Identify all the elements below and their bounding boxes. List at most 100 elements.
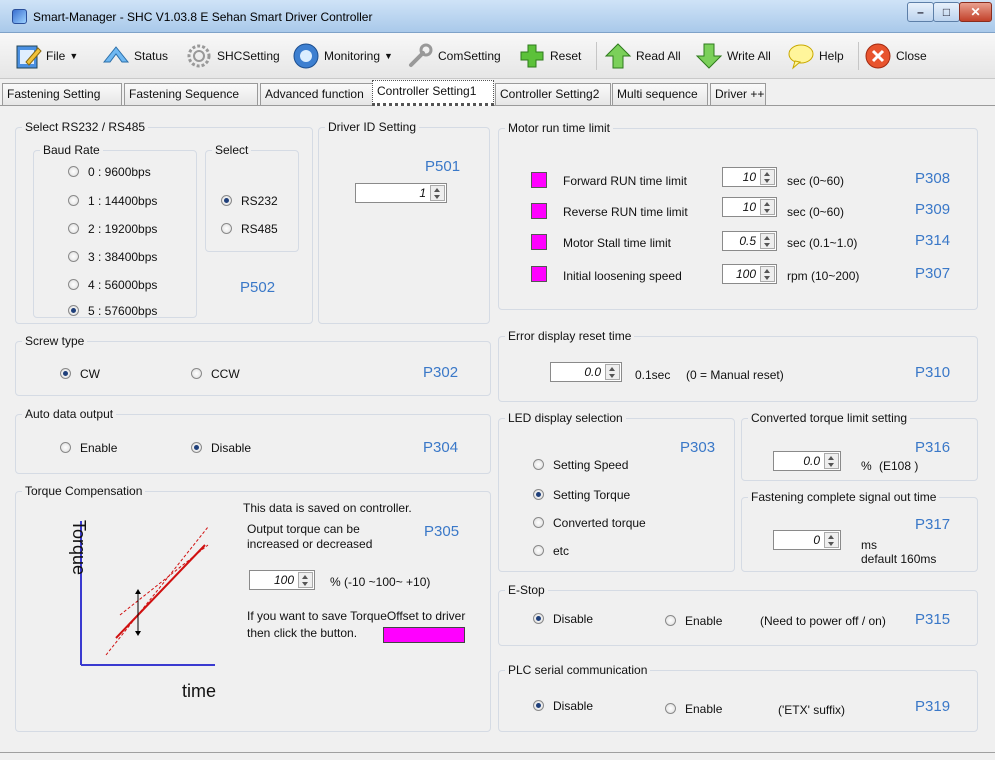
- spinner-arrows-icon[interactable]: [430, 185, 445, 201]
- torque-saved-note: This data is saved on controller.: [243, 501, 412, 515]
- select-port-title: Select: [212, 143, 252, 157]
- help-button[interactable]: Help: [787, 41, 844, 71]
- tab-controller-setting2[interactable]: Controller Setting2: [495, 83, 611, 105]
- fastening-signal-spinner[interactable]: 0: [773, 530, 841, 550]
- dropdown-arrow-icon: ▼: [69, 51, 79, 61]
- shc-setting-label: SHCSetting: [217, 49, 280, 63]
- maximize-button[interactable]: □: [933, 2, 960, 22]
- spinner-arrows-icon[interactable]: [824, 532, 839, 548]
- rs485-radio[interactable]: [221, 223, 232, 234]
- spinner-arrows-icon[interactable]: [298, 572, 313, 588]
- spinner-arrows-icon[interactable]: [824, 453, 839, 469]
- motor-stall-spinner[interactable]: 0.5: [722, 231, 777, 251]
- baud-label-1: 1 : 14400bps: [88, 194, 158, 208]
- baud-radio-4[interactable]: [68, 279, 79, 290]
- save-torque-offset-button[interactable]: [383, 627, 465, 643]
- converted-torque-spinner[interactable]: 0.0: [773, 451, 841, 471]
- plc-serial-title: PLC serial communication: [505, 663, 651, 677]
- loosening-speed-color-swatch[interactable]: [531, 266, 547, 282]
- forward-run-color-swatch[interactable]: [531, 172, 547, 188]
- plc-enable-radio[interactable]: [665, 703, 676, 714]
- reset-label: Reset: [550, 49, 582, 63]
- estop-enable-label: Enable: [685, 614, 723, 628]
- reverse-run-color-swatch[interactable]: [531, 203, 547, 219]
- com-setting-button[interactable]: ComSetting: [406, 41, 501, 71]
- fastening-signal-title: Fastening complete signal out time: [748, 490, 940, 504]
- baud-radio-5[interactable]: [68, 305, 79, 316]
- param-code-p302: P302: [423, 364, 459, 381]
- param-code-p501: P501: [425, 158, 461, 175]
- torque-offset-spinner[interactable]: 100: [249, 570, 315, 590]
- spinner-arrows-icon[interactable]: [760, 266, 775, 282]
- baud-label-3: 3 : 38400bps: [88, 250, 158, 264]
- error-reset-note: (0 = Manual reset): [686, 368, 784, 382]
- spinner-arrows-icon[interactable]: [760, 199, 775, 215]
- read-all-label: Read All: [636, 49, 681, 63]
- auto-enable-radio[interactable]: [60, 442, 71, 453]
- file-menu-button[interactable]: File ▼: [14, 41, 78, 71]
- driver-id-spinner[interactable]: 1: [355, 183, 447, 203]
- gear-icon: [185, 42, 213, 70]
- baud-radio-3[interactable]: [68, 251, 79, 262]
- forward-run-spinner[interactable]: 10: [722, 167, 777, 187]
- spinner-arrows-icon[interactable]: [760, 233, 775, 249]
- fastening-signal-unit: ms: [861, 538, 877, 552]
- converted-torque-title: Converted torque limit setting: [748, 411, 911, 425]
- param-code-p315: P315: [915, 611, 951, 628]
- led-etc-radio[interactable]: [533, 545, 544, 556]
- tab-multi-sequence[interactable]: Multi sequence: [612, 83, 708, 105]
- loosening-speed-unit: rpm (10~200): [787, 269, 860, 283]
- shc-setting-button[interactable]: SHCSetting: [185, 41, 280, 71]
- tab-fastening-setting[interactable]: Fastening Setting: [2, 83, 122, 105]
- baud-radio-2[interactable]: [68, 223, 79, 234]
- driver-id-group: Driver ID Setting: [318, 120, 490, 324]
- estop-disable-radio[interactable]: [533, 613, 544, 624]
- minimize-button[interactable]: –: [907, 2, 934, 22]
- ccw-radio[interactable]: [191, 368, 202, 379]
- reset-button[interactable]: Reset: [518, 41, 581, 71]
- baud-radio-1[interactable]: [68, 195, 79, 206]
- param-code-p307: P307: [915, 265, 951, 282]
- read-all-button[interactable]: Read All: [604, 41, 681, 71]
- torque-desc-line1: Output torque can be: [247, 522, 360, 536]
- auto-disable-radio[interactable]: [191, 442, 202, 453]
- estop-enable-radio[interactable]: [665, 615, 676, 626]
- tab-controller-setting1[interactable]: Controller Setting1: [372, 80, 494, 106]
- error-reset-spinner[interactable]: 0.0: [550, 362, 622, 382]
- spinner-arrows-icon[interactable]: [605, 364, 620, 380]
- plc-note: ('ETX' suffix): [778, 703, 846, 717]
- monitoring-button[interactable]: Monitoring ▼: [292, 41, 393, 71]
- led-converted-torque-label: Converted torque: [553, 516, 646, 530]
- close-button[interactable]: Close: [864, 41, 927, 71]
- green-arrow-down-icon: [695, 42, 723, 70]
- loosening-speed-spinner[interactable]: 100: [722, 264, 777, 284]
- param-code-p310: P310: [915, 364, 951, 381]
- status-button[interactable]: Status: [102, 41, 168, 71]
- window-close-button[interactable]: ✕: [959, 2, 992, 22]
- tab-advanced-function[interactable]: Advanced function: [260, 83, 374, 105]
- plc-enable-label: Enable: [685, 702, 723, 716]
- led-setting-speed-radio[interactable]: [533, 459, 544, 470]
- close-icon: [864, 42, 892, 70]
- driver-id-value: 1: [419, 186, 426, 200]
- cw-label: CW: [80, 367, 100, 381]
- write-all-button[interactable]: Write All: [695, 41, 771, 71]
- led-converted-torque-radio[interactable]: [533, 517, 544, 528]
- param-code-p319: P319: [915, 698, 951, 715]
- tab-driver-plus[interactable]: Driver ++: [710, 83, 766, 105]
- estop-title: E-Stop: [505, 583, 548, 597]
- plc-disable-radio[interactable]: [533, 700, 544, 711]
- auto-enable-label: Enable: [80, 441, 118, 455]
- reverse-run-spinner[interactable]: 10: [722, 197, 777, 217]
- rs232-radio[interactable]: [221, 195, 232, 206]
- tab-fastening-sequence[interactable]: Fastening Sequence: [124, 83, 258, 105]
- converted-torque-note: (E108 ): [879, 459, 919, 473]
- baud-radio-0[interactable]: [68, 166, 79, 177]
- led-setting-torque-radio[interactable]: [533, 489, 544, 500]
- motor-stall-color-swatch[interactable]: [531, 234, 547, 250]
- param-code-p304: P304: [423, 439, 459, 456]
- cw-radio[interactable]: [60, 368, 71, 379]
- spinner-arrows-icon[interactable]: [760, 169, 775, 185]
- param-code-p303: P303: [680, 439, 716, 456]
- write-all-label: Write All: [727, 49, 771, 63]
